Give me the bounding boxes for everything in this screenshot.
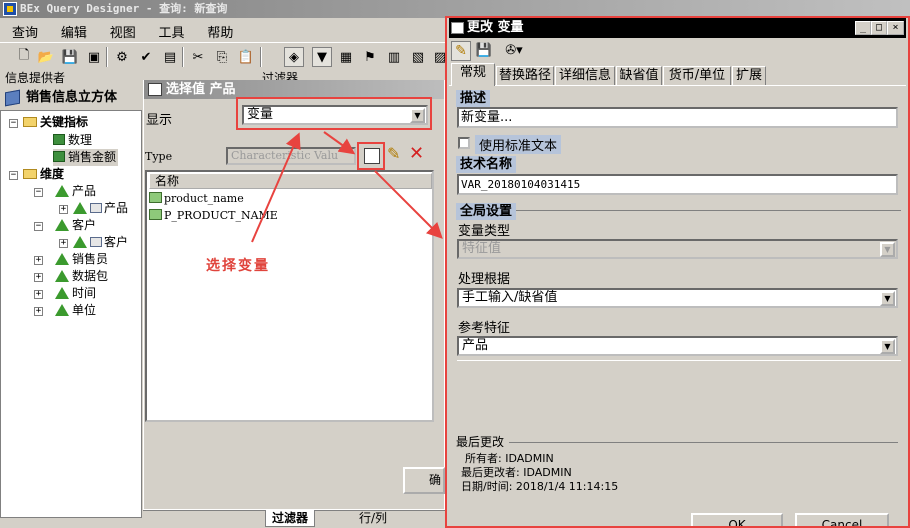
last-changed-heading: 最后更改 (456, 433, 508, 450)
change-dialog-toolbar: ✎ 💾 ✇▾ (451, 40, 539, 62)
tools-dropdown-icon[interactable]: ✇▾ (499, 41, 529, 61)
var-type-label: 变量类型 (458, 224, 511, 239)
processing-label: 处理根据 (458, 272, 511, 287)
change-variable-title: 更改 变量 (449, 18, 906, 38)
chevron-down-icon[interactable]: ▼ (880, 291, 895, 306)
tab-extended[interactable]: 扩展 (732, 66, 766, 85)
tech-name-heading: 技术名称 (456, 156, 517, 173)
global-settings-heading: 全局设置 (456, 203, 517, 220)
description-input[interactable]: 新变量... (457, 107, 898, 128)
use-std-text-label: 使用标准文本 (475, 135, 562, 154)
tab-replacement-path[interactable]: 替换路径 (496, 66, 554, 85)
minimize-icon[interactable]: _ (855, 21, 871, 35)
datetime-line: 日期/时间: 2018/1/4 11:14:15 (461, 480, 619, 493)
divider (509, 442, 898, 443)
var-type-combo: 特征值 ▼ (457, 239, 898, 259)
tech-name-input[interactable]: VAR_20180104031415 (457, 174, 898, 195)
edit-pencil-icon[interactable]: ✎ (451, 41, 471, 61)
tab-details[interactable]: 详细信息 (555, 66, 615, 85)
maximize-icon[interactable]: □ (871, 21, 887, 35)
processing-combo[interactable]: 手工输入/缺省值 ▼ (457, 288, 898, 308)
ref-char-combo[interactable]: 产品 ▼ (457, 336, 898, 356)
divider (457, 360, 901, 361)
use-std-text-checkbox[interactable] (458, 137, 470, 149)
arrow-to-display (251, 132, 301, 243)
cancel-button[interactable]: Cancel (795, 513, 889, 526)
tab-general[interactable]: 常规 (451, 63, 495, 86)
dialog-window-icon (451, 22, 464, 34)
description-heading: 描述 (456, 90, 491, 107)
close-icon[interactable]: × (887, 21, 904, 35)
arrow-to-change-dialog (374, 170, 443, 239)
save-icon[interactable]: 💾 (474, 41, 494, 61)
ok-button[interactable]: OK (691, 513, 783, 526)
change-dialog-tabs: 常规 替换路径 详细信息 缺省值 货币/单位 扩展 (449, 63, 906, 86)
general-tab-panel: 描述 新变量... 使用标准文本 技术名称 VAR_20180104031415… (449, 85, 906, 505)
arrow-to-new (323, 131, 356, 155)
chevron-down-icon[interactable]: ▼ (880, 339, 895, 354)
tab-default-values[interactable]: 缺省值 (616, 66, 662, 85)
tab-currency-unit[interactable]: 货币/单位 (663, 66, 731, 85)
ref-char-label: 参考特征 (458, 321, 511, 336)
divider (457, 210, 901, 211)
chevron-down-icon: ▼ (880, 242, 895, 257)
